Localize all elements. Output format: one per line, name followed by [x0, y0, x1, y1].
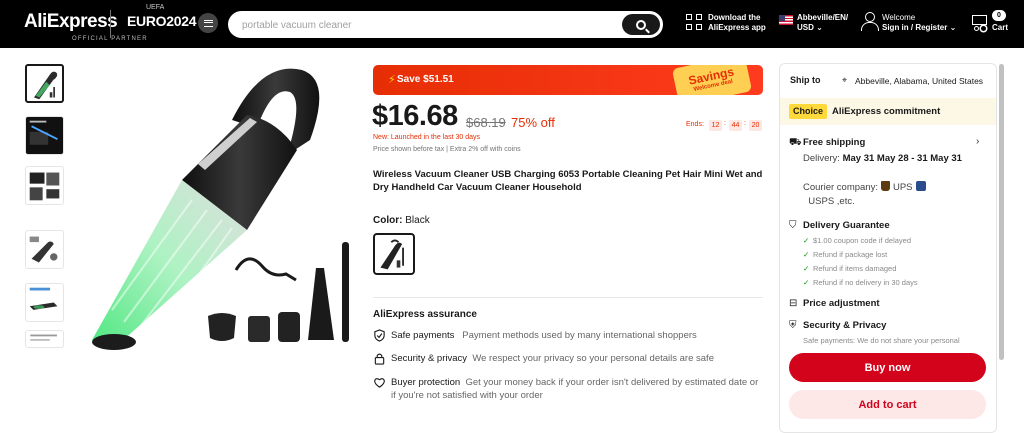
logo-divider: [110, 10, 111, 38]
guarantee-item: Refund if items damaged: [813, 264, 897, 273]
purchase-panel: Ship to ⌖ Abbeville, Alabama, United Sta…: [779, 63, 997, 433]
shield-check-icon: [374, 329, 385, 342]
menu-icon[interactable]: [198, 13, 218, 33]
security-privacy-note: Safe payments: We do not share your pers…: [803, 336, 960, 345]
ship-to-label: Ship to: [790, 75, 821, 85]
account-menu[interactable]: Welcome Sign in / Register ⌄: [882, 13, 956, 33]
save-banner: ⚡ Save $51.51 Savings Welcome deal: [373, 65, 763, 95]
chevron-down-icon: ⌄: [949, 23, 957, 32]
thumbnail-6[interactable]: [25, 330, 64, 348]
buy-now-button[interactable]: Buy now: [789, 353, 986, 382]
cart-icon[interactable]: [969, 12, 987, 31]
euro2024-logo: EURO2024: [127, 13, 197, 29]
lightning-icon: ⚡: [388, 74, 396, 86]
save-amount: Save $51.51: [397, 74, 454, 85]
countdown-label: Ends:: [686, 121, 704, 128]
ups-logo-icon: [880, 181, 890, 191]
new-launch-note: New: Launched in the last 30 days: [373, 134, 481, 141]
panel-scrollbar[interactable]: [999, 64, 1005, 364]
thumbnail-5[interactable]: [25, 283, 64, 322]
price-tag-icon: ⊟: [789, 298, 798, 309]
uefa-crest: UEFA: [146, 4, 165, 11]
guarantee-item: $1.00 coupon code if delayed: [813, 236, 911, 245]
aliexpress-logo[interactable]: AliExpress: [24, 11, 118, 33]
discount-percent: 75% off: [511, 115, 555, 130]
locale-selector[interactable]: Abbeville/EN/ USD ⌄: [797, 13, 848, 33]
choice-badge: Choice: [789, 104, 828, 119]
original-price: $68.19: [466, 115, 506, 130]
usps-logo-icon: [915, 181, 926, 191]
shield-icon: ⛨: [789, 320, 797, 331]
cart-count-badge: 0: [992, 10, 1006, 21]
price-adjustment-title[interactable]: Price adjustment: [803, 298, 880, 309]
cart-label[interactable]: Cart: [992, 23, 1008, 33]
search-input[interactable]: [242, 16, 612, 34]
lock-icon: [374, 353, 385, 365]
section-divider: [373, 297, 763, 298]
commitment-text: AliExpress commitment: [832, 106, 941, 117]
us-flag-icon: [779, 15, 793, 25]
truck-icon: ⛟: [789, 137, 802, 148]
thumbnail-3[interactable]: [25, 166, 64, 205]
check-icon: ✓: [803, 264, 810, 273]
delivery-guarantee-title: Delivery Guarantee: [803, 220, 890, 231]
download-app-link[interactable]: Download the AliExpress app: [708, 13, 766, 33]
assurance-heading: AliExpress assurance: [373, 309, 477, 320]
search-button[interactable]: [622, 14, 660, 35]
ship-to-location[interactable]: Abbeville, Alabama, United States: [855, 76, 985, 86]
top-header: AliExpress UEFA EURO2024 OFFICIAL PARTNE…: [0, 0, 1024, 48]
thumbnail-1[interactable]: [25, 64, 64, 103]
handshake-heart-icon: [374, 378, 385, 388]
chevron-down-icon: ⌄: [816, 23, 823, 32]
search-icon: [636, 19, 646, 30]
check-icon: ✓: [803, 250, 810, 259]
guarantee-item: Refund if package lost: [813, 250, 888, 259]
official-partner-text: OFFICIAL PARTNER: [72, 36, 148, 42]
user-icon[interactable]: [861, 12, 879, 32]
current-price: $16.68: [372, 100, 458, 132]
main-product-image[interactable]: [72, 60, 362, 350]
courier-info: Courier company: UPS USPS ,etc.: [803, 181, 983, 209]
location-pin-icon: ⌖: [842, 75, 848, 85]
search-bar: [228, 11, 663, 38]
color-swatch-black[interactable]: [373, 233, 415, 275]
product-title: Wireless Vacuum Cleaner USB Charging 605…: [373, 169, 763, 193]
qr-code-icon[interactable]: [686, 14, 702, 30]
chevron-right-icon[interactable]: ›: [976, 136, 979, 147]
tax-note: Price shown before tax | Extra 2% off wi…: [373, 146, 521, 153]
check-icon: ✓: [803, 236, 810, 245]
delivery-estimate: Delivery: May 31 May 28 - 31 May 31: [803, 153, 962, 164]
countdown-minutes: 44: [729, 120, 742, 131]
commitment-bar[interactable]: Choice AliExpress commitment: [780, 98, 996, 125]
security-privacy-title: Security & Privacy: [803, 320, 887, 331]
thumbnail-2[interactable]: [25, 116, 64, 155]
savings-welcome-deal-tag: Savings Welcome deal: [671, 65, 753, 95]
countdown-seconds: 20: [749, 120, 762, 131]
guarantee-item: Refund if no delivery in 30 days: [813, 278, 918, 287]
countdown-hours: 12: [709, 120, 722, 131]
free-shipping-title[interactable]: Free shipping: [803, 137, 865, 148]
check-icon: ✓: [803, 278, 810, 287]
color-selector-label: Color: Black: [373, 215, 430, 226]
thumbnail-4[interactable]: [25, 230, 64, 269]
shield-truck-icon: ⛉: [789, 220, 797, 231]
add-to-cart-button[interactable]: Add to cart: [789, 390, 986, 419]
